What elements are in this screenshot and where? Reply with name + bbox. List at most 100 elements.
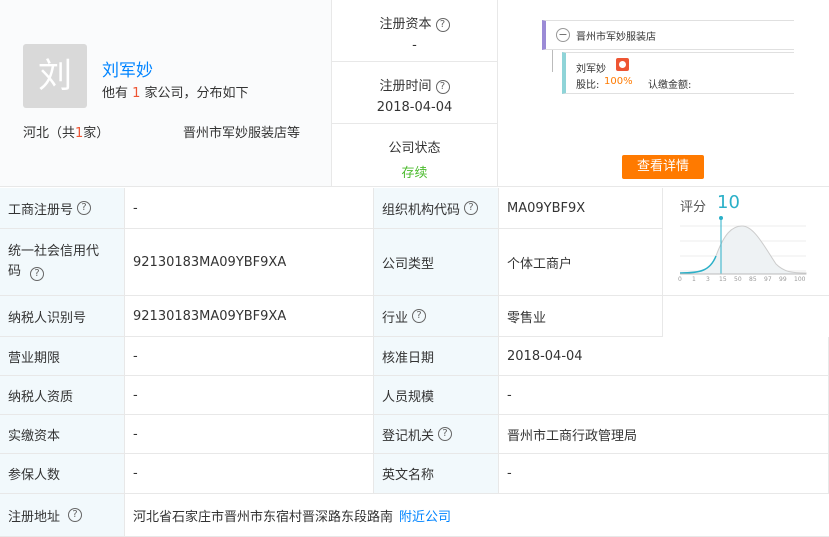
help-icon[interactable]: ?	[77, 201, 92, 215]
row-label: 登记机关	[382, 428, 435, 444]
address-value: 河北省石家庄市晋州市东宿村晋深路东段路南	[133, 509, 394, 525]
person-node[interactable]: 刘军妙 股比: 100% 认缴金额:	[562, 52, 794, 94]
summary-pre: 他有	[102, 86, 133, 101]
help-icon[interactable]: ?	[438, 427, 453, 441]
stat-registered-date: 注册时间? 2018-04-04	[332, 62, 497, 124]
tick-label: 3	[706, 276, 710, 283]
companies-text: 晋州市军妙服装店等	[183, 126, 301, 141]
address-label: 注册地址	[8, 509, 61, 525]
row-label-cell: 组织机构代码?	[374, 188, 499, 229]
row-label-cell: 营业期限	[0, 337, 125, 376]
avatar-char: 刘	[38, 56, 72, 96]
tick-label: 100	[794, 276, 806, 283]
row-value: -	[507, 387, 512, 403]
row-value: 92130183MA09YBF9XA	[133, 308, 287, 324]
tick-label: 50	[734, 276, 742, 283]
company-node-label: 晋州市军妙服装店	[576, 32, 656, 43]
row-label-cell: 纳税人识别号	[0, 296, 125, 337]
owner-summary: 他有 1 家公司，分布如下	[102, 82, 249, 101]
row-label-cell: 实缴资本	[0, 415, 125, 454]
nearby-companies-link[interactable]: 附近公司	[399, 506, 451, 525]
owner-name-link[interactable]: 刘军妙	[102, 56, 153, 81]
person-node-label: 刘军妙	[576, 64, 606, 75]
row-value-cell: -	[125, 454, 374, 494]
row-value-cell: -	[499, 454, 829, 494]
row-label-cell: 参保人数	[0, 454, 125, 494]
company-node[interactable]: − 晋州市军妙服装店	[542, 20, 794, 50]
row-label: 英文名称	[382, 468, 435, 483]
row-label-cell: 核准日期	[374, 337, 499, 376]
row-label: 纳税人识别号	[8, 310, 87, 326]
row-label: 纳税人资质	[8, 389, 74, 405]
tick-label: 1	[692, 276, 696, 283]
capital-label: 认缴金额:	[648, 80, 692, 91]
row-label-cell: 公司类型	[374, 229, 499, 296]
row-value: -	[133, 426, 138, 442]
row-value: -	[133, 466, 138, 481]
row-value: 2018-04-04	[507, 348, 583, 364]
help-icon[interactable]: ?	[412, 309, 427, 323]
row-value-cell: MA09YBF9X	[499, 188, 663, 229]
row-label: 人员规模	[382, 389, 435, 405]
stat-label: 注册资本	[379, 17, 432, 32]
help-icon[interactable]: ?	[464, 201, 479, 215]
owner-panel: 刘 刘军妙 他有 1 家公司，分布如下 河北（共1家） 晋州市军妙服装店等	[0, 0, 332, 187]
row-value-cell: 个体工商户	[499, 229, 663, 296]
collapse-icon[interactable]: −	[556, 28, 570, 42]
score-panel: 评分 10 0 1 3 15 50 85 97 99 100	[663, 188, 829, 296]
row-value: -	[133, 348, 138, 364]
avatar: 刘	[23, 44, 87, 108]
row-value-cell: -	[499, 376, 829, 415]
row-label: 公司类型	[382, 256, 435, 272]
score-value: 10	[717, 192, 740, 213]
row-value-cell: -	[125, 337, 374, 376]
tick-label: 15	[719, 276, 727, 283]
person-badge-icon	[616, 58, 629, 71]
share-label: 股比:	[576, 80, 600, 91]
row-label-cell: 统一社会信用代码?	[0, 229, 125, 296]
row-value: 个体工商户	[507, 256, 573, 272]
region-summary: 河北（共1家）	[23, 122, 109, 141]
row-label-cell: 英文名称	[374, 454, 499, 494]
row-value-cell: 零售业	[499, 296, 663, 337]
row-label: 行业	[382, 310, 409, 326]
share-value: 100%	[604, 76, 633, 87]
help-icon[interactable]: ?	[30, 267, 44, 281]
stat-value: 2018-04-04	[376, 100, 453, 115]
status-badge: 存续	[401, 166, 428, 181]
row-label-cell: 人员规模	[374, 376, 499, 415]
row-label-cell: 登记机关?	[374, 415, 499, 454]
help-icon[interactable]: ?	[68, 508, 83, 522]
row-value-cell: 92130183MA09YBF9XA	[125, 296, 374, 337]
row-value: 晋州市工商行政管理局	[507, 428, 638, 444]
stat-value: -	[412, 38, 417, 53]
address-label-cell: 注册地址?	[0, 494, 125, 537]
summary-post: 家公司，分布如下	[140, 86, 249, 101]
graph-connector	[552, 50, 553, 72]
row-value-cell: -	[125, 188, 374, 229]
row-label: 组织机构代码	[382, 202, 461, 218]
row-value: 零售业	[507, 310, 547, 326]
help-icon[interactable]: ?	[435, 79, 450, 94]
row-label: 参保人数	[8, 468, 61, 483]
score-label: 评分	[680, 200, 707, 215]
tick-label: 97	[764, 276, 772, 283]
row-value: -	[133, 387, 138, 403]
row-label-cell: 工商注册号?	[0, 188, 125, 229]
help-icon[interactable]: ?	[435, 17, 450, 32]
row-label: 实缴资本	[8, 428, 61, 444]
row-label: 工商注册号	[8, 202, 74, 218]
score-distribution-chart	[680, 216, 807, 275]
stats-panel: 注册资本? - 注册时间? 2018-04-04 公司状态 存续	[332, 0, 498, 187]
row-value: -	[133, 200, 138, 216]
stat-company-status: 公司状态 存续	[332, 124, 497, 186]
row-value-cell: -	[125, 415, 374, 454]
stat-label: 公司状态	[388, 141, 441, 156]
row-label: 统一社会信用代码	[8, 244, 100, 279]
tick-label: 85	[749, 276, 757, 283]
view-details-button[interactable]: 查看详情	[622, 155, 704, 179]
tick-label: 0	[678, 276, 682, 283]
region-pre: 河北（共	[23, 126, 76, 141]
row-value-cell: 92130183MA09YBF9XA	[125, 229, 374, 296]
stat-label: 注册时间	[379, 79, 432, 94]
